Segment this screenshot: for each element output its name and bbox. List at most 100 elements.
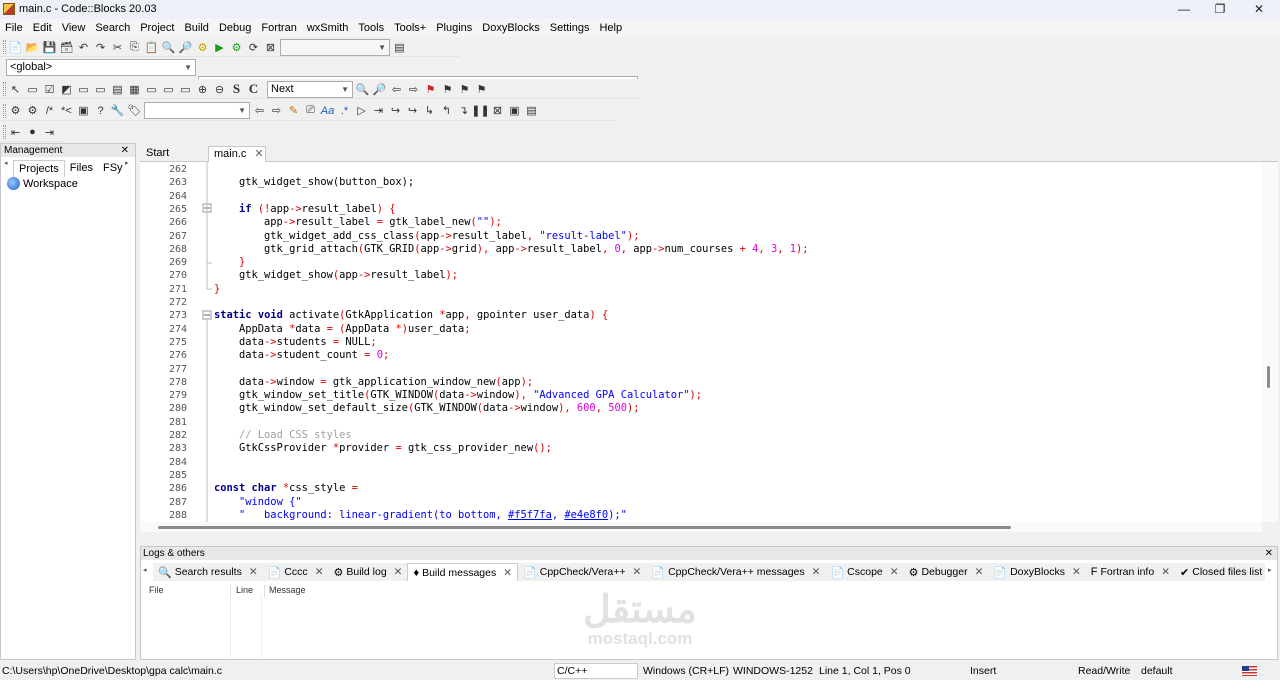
forward-arrow-icon[interactable]: ⇨ — [406, 82, 421, 97]
us-flag-icon[interactable] — [1242, 666, 1257, 676]
show-select-target-icon[interactable]: ▤ — [392, 40, 407, 55]
code-line[interactable]: data->window = gtk_application_window_ne… — [214, 376, 533, 389]
checkbox-checked-icon[interactable]: ☑ — [42, 82, 57, 97]
build-and-run-icon[interactable]: ⚙ — [229, 40, 244, 55]
regex-icon[interactable]: .* — [337, 103, 352, 118]
code-line[interactable]: gtk_grid_attach(GTK_GRID(app->grid), app… — [214, 243, 809, 256]
abort-icon[interactable]: ⊠ — [263, 40, 278, 55]
symbol-s-icon[interactable]: S — [229, 81, 244, 97]
next-instruction-icon[interactable]: ↪ — [405, 103, 420, 118]
vertical-scroll-thumb[interactable] — [1267, 366, 1270, 388]
replace-icon[interactable]: 🔎 — [178, 40, 193, 55]
menu-project[interactable]: Project — [135, 19, 179, 37]
code-line[interactable]: gtk_widget_add_css_class(app->result_lab… — [214, 230, 639, 243]
restore-button[interactable]: ❐ — [1201, 0, 1239, 19]
find-text-icon[interactable]: 🔍 — [355, 82, 370, 97]
code-line[interactable]: " background: linear-gradient(to bottom,… — [214, 509, 627, 522]
comment-block-icon[interactable]: /* — [42, 103, 57, 118]
next-line-icon[interactable]: ↪ — [388, 103, 403, 118]
copy-icon[interactable]: ⎘ — [127, 40, 142, 55]
jump-back-icon[interactable]: ⇦ — [252, 103, 267, 118]
undo-icon[interactable]: ↶ — [76, 40, 91, 55]
symbol-c-icon[interactable]: C — [246, 81, 261, 97]
code-text-area[interactable]: gtk_widget_show(button_box); if (!app->r… — [140, 162, 1262, 522]
close-icon[interactable]: ✕ — [394, 566, 403, 578]
close-icon[interactable]: ✕ — [1072, 566, 1081, 578]
close-icon[interactable]: ✕ — [1161, 566, 1170, 578]
column-file[interactable]: File — [149, 585, 231, 597]
horizontal-scroll-thumb[interactable] — [158, 526, 1011, 529]
close-icon[interactable]: ✕ — [890, 566, 899, 578]
close-icon[interactable]: ✕ — [249, 566, 258, 578]
tab-build-log[interactable]: ⚙ Build log ✕ — [329, 563, 408, 581]
code-line[interactable]: } — [214, 256, 245, 269]
list-icon[interactable]: ▤ — [110, 82, 125, 97]
menu-settings[interactable]: Settings — [545, 19, 595, 37]
doxy-chm-icon[interactable]: ▣ — [76, 103, 91, 118]
tab-scroll-left-icon[interactable]: ◂ — [143, 566, 147, 574]
close-window-button[interactable]: ✕ — [1240, 0, 1278, 19]
code-line[interactable]: static void activate(GtkApplication *app… — [214, 309, 608, 322]
stop-debug-icon[interactable]: ⊠ — [490, 103, 505, 118]
tab-search-results[interactable]: 🔍 Search results ✕ — [153, 563, 263, 581]
tab-cccc[interactable]: 📄 Cccc ✕ — [263, 563, 329, 581]
new-file-icon[interactable]: 📄 — [8, 40, 23, 55]
block-comment-icon[interactable]: ▭ — [76, 82, 91, 97]
select-block-icon[interactable]: ▦ — [127, 82, 142, 97]
editor-vertical-scrollbar[interactable] — [1262, 162, 1278, 522]
close-icon[interactable]: ✕ — [633, 566, 642, 578]
build-target-select[interactable]: ▼ — [280, 38, 390, 56]
tab-files[interactable]: Files — [65, 160, 98, 177]
code-line[interactable]: gtk_widget_show(app->result_label); — [214, 269, 458, 282]
close-icon[interactable]: ✕ — [812, 566, 821, 578]
save-icon[interactable]: 💾 — [42, 40, 57, 55]
tab-cppcheck-vera-messages[interactable]: 📄 CppCheck/Vera++ messages ✕ — [646, 563, 825, 581]
close-icon[interactable]: ✕ — [1265, 547, 1273, 560]
redo-icon[interactable]: ↷ — [93, 40, 108, 55]
tab-cscope[interactable]: 📄 Cscope ✕ — [825, 563, 903, 581]
save-all-icon[interactable]: 🗃 — [59, 40, 74, 55]
minimize-button[interactable]: — — [1165, 0, 1203, 19]
rect-right-icon[interactable]: ▭ — [178, 82, 193, 97]
tab-doxyblocks[interactable]: 📄 DoxyBlocks ✕ — [988, 563, 1085, 581]
run-icon[interactable]: ▶ — [212, 40, 227, 55]
block-uncomment-icon[interactable]: ▭ — [93, 82, 108, 97]
menu-fortran[interactable]: Fortran — [256, 19, 301, 37]
bookmark-prev-icon[interactable]: ⚑ — [440, 82, 455, 97]
close-icon[interactable]: ✕ — [503, 567, 512, 579]
cut-icon[interactable]: ✂ — [110, 40, 125, 55]
step-out-icon[interactable]: ↰ — [439, 103, 454, 118]
code-line[interactable]: const char *css_style = — [214, 482, 358, 495]
rebuild-icon[interactable]: ⟳ — [246, 40, 261, 55]
doxy-extract-icon[interactable]: ⚙ — [8, 103, 23, 118]
pause-icon[interactable]: ❚❚ — [471, 103, 489, 118]
close-icon[interactable]: ✕ — [975, 566, 984, 578]
paste-icon[interactable]: 📋 — [144, 40, 159, 55]
find-icon[interactable]: 🔍 — [161, 40, 176, 55]
regex-aa-icon[interactable]: Aa — [320, 103, 335, 118]
code-line[interactable]: data->students = NULL; — [214, 336, 377, 349]
menu-plugins[interactable]: Plugins — [431, 19, 477, 37]
close-icon[interactable]: ✕ — [254, 148, 263, 160]
zoom-in-icon[interactable]: ⊕ — [195, 82, 210, 97]
tab-closed-files-list[interactable]: ✔Closed files list✕ — [1175, 563, 1265, 581]
menu-build[interactable]: Build — [179, 19, 213, 37]
menu-file[interactable]: File — [0, 19, 28, 37]
menu-tools-[interactable]: Tools+ — [389, 19, 431, 37]
step-into-instruction-icon[interactable]: ↴ — [456, 103, 471, 118]
step-into-icon[interactable]: ↳ — [422, 103, 437, 118]
tag-icon[interactable]: 🏷 — [127, 103, 142, 118]
tab-fortran-info[interactable]: F Fortran info ✕ — [1086, 563, 1175, 581]
bookmark-next-icon[interactable]: ⚑ — [457, 82, 472, 97]
menu-view[interactable]: View — [57, 19, 91, 37]
menu-edit[interactable]: Edit — [28, 19, 57, 37]
column-message[interactable]: Message — [265, 585, 306, 597]
close-icon[interactable]: ✕ — [315, 566, 324, 578]
scope-select[interactable]: <global> ▼ — [6, 59, 196, 76]
tab-scroll-left-icon[interactable]: ◂ — [4, 159, 8, 167]
toolbar-grip[interactable] — [3, 82, 6, 96]
last-icon[interactable]: ⇥ — [42, 125, 57, 140]
close-icon[interactable]: ✕ — [121, 144, 129, 157]
checkbox-partial-icon[interactable]: ◩ — [59, 82, 74, 97]
run-to-cursor-icon[interactable]: ⇥ — [371, 103, 386, 118]
